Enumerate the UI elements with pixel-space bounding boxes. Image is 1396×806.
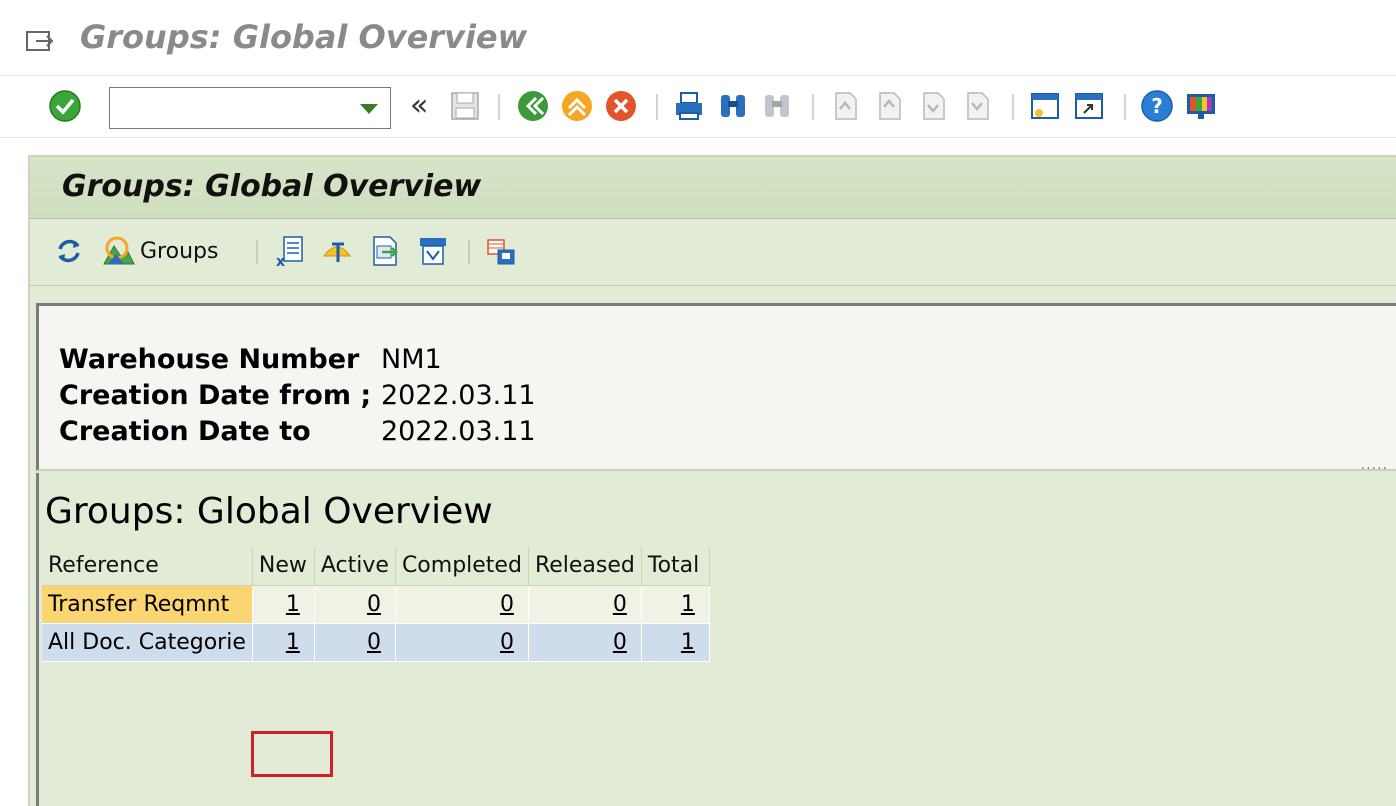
column-header-released[interactable]: Released (528, 547, 642, 586)
back-icon[interactable] (516, 89, 550, 123)
find-icon[interactable] (716, 89, 750, 123)
completed-cell: 0 (395, 585, 529, 624)
column-header-total[interactable]: Total (641, 547, 710, 586)
filter-icon[interactable] (320, 234, 354, 268)
previous-page-icon[interactable] (872, 89, 906, 123)
table-header-row: Reference New Active Completed Released … (42, 547, 710, 586)
creation-date-from-value: 2022.03.11 (381, 380, 536, 411)
column-header-active[interactable]: Active (314, 547, 396, 586)
active-count-link[interactable]: 0 (367, 592, 389, 617)
toolbar-separator (812, 94, 814, 120)
table-row: Transfer Reqmnt 1 0 0 0 1 (42, 585, 710, 624)
active-cell: 0 (314, 585, 396, 624)
standard-toolbar: « ? (0, 76, 1396, 138)
toolbar-separator (256, 240, 258, 264)
screen-header: Groups: Global Overview (30, 157, 1396, 219)
column-header-reference[interactable]: Reference (42, 547, 253, 586)
sap-window: Groups: Global Overview « ? Groups: Glob… (0, 0, 1396, 806)
total-cell: 1 (641, 585, 710, 624)
exit-icon[interactable] (560, 89, 594, 123)
header-info-panel: Warehouse Number NM1 Creation Date from … (36, 303, 1396, 473)
toolbar-separator (1124, 94, 1126, 120)
warehouse-number-value: NM1 (381, 344, 442, 375)
first-page-icon[interactable] (828, 89, 862, 123)
completed-count-link[interactable]: 0 (500, 630, 522, 655)
new-count-link[interactable]: 1 (286, 630, 308, 655)
released-cell: 0 (528, 623, 642, 662)
total-count-link[interactable]: 1 (681, 592, 703, 617)
total-count-link[interactable]: 1 (681, 630, 703, 655)
local-file-icon[interactable] (368, 234, 402, 268)
annotation-highlight-box (251, 731, 333, 777)
new-cell: 1 (252, 623, 315, 662)
svg-text:x: x (276, 254, 285, 268)
warehouse-number-label: Warehouse Number (59, 344, 360, 375)
list-title: Groups: Global Overview (45, 491, 493, 532)
menu-icon[interactable] (26, 30, 56, 52)
window-title: Groups: Global Overview (80, 18, 528, 56)
command-dropdown-icon[interactable] (360, 104, 378, 114)
toolbar-separator (1012, 94, 1014, 120)
toolbar-separator (656, 94, 658, 120)
shortcut-icon[interactable] (1072, 89, 1106, 123)
find-next-icon[interactable] (760, 89, 794, 123)
cancel-icon[interactable] (604, 89, 638, 123)
creation-date-from-label: Creation Date from ; (59, 380, 372, 411)
print-icon[interactable] (672, 89, 706, 123)
total-cell: 1 (641, 623, 710, 662)
overview-table: Reference New Active Completed Released … (42, 547, 710, 662)
last-page-icon[interactable] (960, 89, 994, 123)
active-cell: 0 (314, 623, 396, 662)
enter-icon[interactable] (48, 89, 82, 123)
new-count-link[interactable]: 1 (286, 592, 308, 617)
svg-text:?: ? (1151, 94, 1163, 118)
table-row: All Doc. Categorie 1 0 0 0 1 (42, 623, 710, 662)
splitter-handle[interactable]: ..... (1361, 457, 1388, 473)
refresh-icon[interactable] (52, 234, 86, 268)
released-count-link[interactable]: 0 (613, 592, 635, 617)
double-left-icon[interactable]: « (410, 88, 428, 123)
save-icon[interactable] (448, 89, 482, 123)
command-input[interactable] (116, 94, 346, 122)
word-processing-icon[interactable] (416, 234, 450, 268)
active-count-link[interactable]: 0 (367, 630, 389, 655)
toolbar-separator (468, 240, 470, 264)
customize-layout-icon[interactable] (1184, 89, 1218, 123)
completed-count-link[interactable]: 0 (500, 592, 522, 617)
list-area: Groups: Global Overview Reference New Ac… (36, 473, 1396, 806)
help-icon[interactable]: ? (1140, 89, 1174, 123)
title-bar: Groups: Global Overview (0, 0, 1396, 76)
released-cell: 0 (528, 585, 642, 624)
groups-label: Groups (140, 238, 219, 264)
layout-icon[interactable] (484, 234, 518, 268)
completed-cell: 0 (395, 623, 529, 662)
column-header-completed[interactable]: Completed (395, 547, 529, 586)
reference-cell[interactable]: Transfer Reqmnt (42, 585, 253, 624)
new-cell: 1 (252, 585, 315, 624)
toolbar-separator (498, 94, 500, 120)
released-count-link[interactable]: 0 (613, 630, 635, 655)
application-toolbar: Groups x (30, 220, 1396, 286)
reference-cell[interactable]: All Doc. Categorie (42, 623, 253, 662)
main-area: Groups: Global Overview Groups x Warehou… (28, 155, 1396, 806)
groups-icon (103, 236, 135, 265)
command-field[interactable] (109, 87, 391, 129)
column-header-new[interactable]: New (252, 547, 315, 586)
create-session-icon[interactable] (1028, 89, 1062, 123)
excel-export-icon[interactable]: x (272, 234, 306, 270)
creation-date-to-value: 2022.03.11 (381, 416, 536, 447)
screen-title: Groups: Global Overview (62, 169, 482, 204)
creation-date-to-label: Creation Date to (59, 416, 311, 447)
next-page-icon[interactable] (916, 89, 950, 123)
groups-button[interactable]: Groups (102, 232, 218, 270)
